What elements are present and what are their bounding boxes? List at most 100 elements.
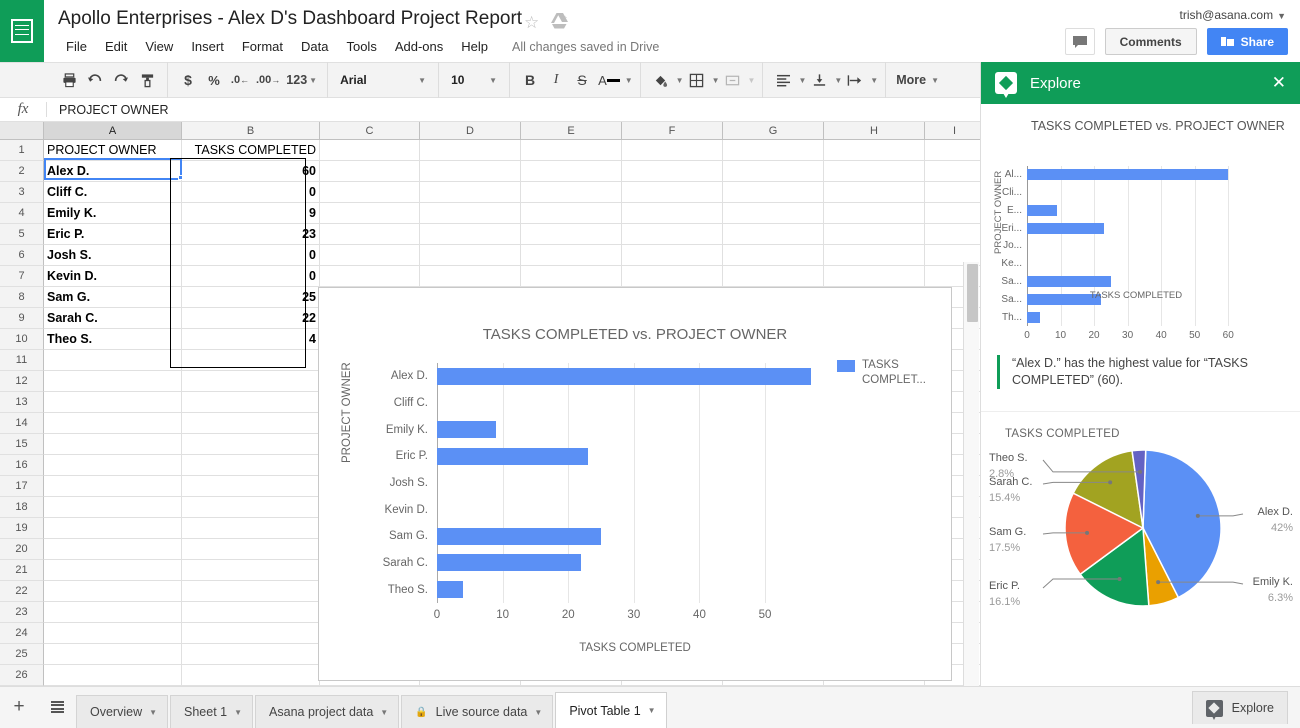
row-header-5[interactable]: 5 <box>0 224 44 245</box>
number-format-button[interactable]: 123▼ <box>283 67 320 93</box>
row-header-2[interactable]: 2 <box>0 161 44 182</box>
vertical-align-icon[interactable] <box>806 67 832 93</box>
chevron-down-icon[interactable]: ▼ <box>534 708 542 717</box>
cell-E7[interactable] <box>521 266 622 287</box>
cell-B18[interactable] <box>182 497 320 518</box>
cell-A12[interactable] <box>44 371 182 392</box>
function-icon[interactable]: fx <box>0 101 46 118</box>
cell-A14[interactable] <box>44 413 182 434</box>
fill-handle[interactable] <box>178 175 183 180</box>
cell-A9[interactable]: Sarah C. <box>44 308 182 329</box>
cell-A18[interactable] <box>44 497 182 518</box>
menu-edit[interactable]: Edit <box>97 36 135 57</box>
cell-B11[interactable] <box>182 350 320 371</box>
row-header-16[interactable]: 16 <box>0 455 44 476</box>
sheet-tab-overview[interactable]: Overview▼ <box>76 695 168 728</box>
cell-G3[interactable] <box>723 182 824 203</box>
cell-B25[interactable] <box>182 644 320 665</box>
cell-H6[interactable] <box>824 245 925 266</box>
chevron-down-icon[interactable]: ▼ <box>712 76 720 85</box>
cell-B23[interactable] <box>182 602 320 623</box>
column-header-I[interactable]: I <box>925 122 980 140</box>
menu-data[interactable]: Data <box>293 36 336 57</box>
sheet-tab-sheet-1[interactable]: Sheet 1▼ <box>170 695 253 728</box>
menu-view[interactable]: View <box>137 36 181 57</box>
cell-H7[interactable] <box>824 266 925 287</box>
cell-D3[interactable] <box>420 182 521 203</box>
sheet-tab-asana-project-data[interactable]: Asana project data▼ <box>255 695 399 728</box>
cell-A6[interactable]: Josh S. <box>44 245 182 266</box>
cell-D1[interactable] <box>420 140 521 161</box>
row-header-18[interactable]: 18 <box>0 497 44 518</box>
cell-C1[interactable] <box>320 140 420 161</box>
chevron-down-icon[interactable]: ▼ <box>798 76 806 85</box>
decrease-decimal-button[interactable]: .0← <box>227 67 253 93</box>
cell-I3[interactable] <box>925 182 980 203</box>
row-header-11[interactable]: 11 <box>0 350 44 371</box>
currency-format-button[interactable]: $ <box>175 67 201 93</box>
cell-A26[interactable] <box>44 665 182 686</box>
cell-B21[interactable] <box>182 560 320 581</box>
cell-H1[interactable] <box>824 140 925 161</box>
row-header-15[interactable]: 15 <box>0 434 44 455</box>
cell-D5[interactable] <box>420 224 521 245</box>
cell-A25[interactable] <box>44 644 182 665</box>
cell-E6[interactable] <box>521 245 622 266</box>
cell-E3[interactable] <box>521 182 622 203</box>
row-header-13[interactable]: 13 <box>0 392 44 413</box>
drive-icon[interactable]: + <box>550 12 570 30</box>
column-header-E[interactable]: E <box>521 122 622 140</box>
cell-A1[interactable]: PROJECT OWNER <box>44 140 182 161</box>
undo-icon[interactable] <box>82 67 108 93</box>
cell-B15[interactable] <box>182 434 320 455</box>
horizontal-align-icon[interactable] <box>770 67 796 93</box>
menu-tools[interactable]: Tools <box>338 36 384 57</box>
menu-addons[interactable]: Add-ons <box>387 36 451 57</box>
cell-A13[interactable] <box>44 392 182 413</box>
chevron-down-icon[interactable]: ▼ <box>380 708 388 717</box>
column-header-G[interactable]: G <box>723 122 824 140</box>
chart-object-bar[interactable]: TASKS COMPLETED vs. PROJECT OWNER PROJEC… <box>318 287 952 681</box>
cell-E4[interactable] <box>521 203 622 224</box>
row-header-9[interactable]: 9 <box>0 308 44 329</box>
cell-H5[interactable] <box>824 224 925 245</box>
comment-icon-button[interactable] <box>1065 28 1095 55</box>
vertical-scrollbar[interactable]: ▲ ▼ <box>963 262 979 686</box>
cell-B2[interactable]: 60 <box>182 161 320 182</box>
cell-G5[interactable] <box>723 224 824 245</box>
cell-C3[interactable] <box>320 182 420 203</box>
cell-A15[interactable] <box>44 434 182 455</box>
font-size-select[interactable]: 10 ▼ <box>446 67 502 93</box>
menu-help[interactable]: Help <box>453 36 496 57</box>
cell-I2[interactable] <box>925 161 980 182</box>
cell-D4[interactable] <box>420 203 521 224</box>
cell-B16[interactable] <box>182 455 320 476</box>
cell-B24[interactable] <box>182 623 320 644</box>
column-header-A[interactable]: A <box>44 122 182 140</box>
cell-F4[interactable] <box>622 203 723 224</box>
cell-F3[interactable] <box>622 182 723 203</box>
cell-I1[interactable] <box>925 140 980 161</box>
cell-C4[interactable] <box>320 203 420 224</box>
more-button[interactable]: More <box>893 67 929 93</box>
menu-file[interactable]: File <box>58 36 95 57</box>
text-color-button[interactable]: A <box>595 67 623 93</box>
row-header-23[interactable]: 23 <box>0 602 44 623</box>
cell-I5[interactable] <box>925 224 980 245</box>
row-header-21[interactable]: 21 <box>0 560 44 581</box>
chevron-down-icon[interactable]: ▼ <box>870 76 878 85</box>
paint-format-icon[interactable] <box>134 67 160 93</box>
cell-D7[interactable] <box>420 266 521 287</box>
cell-H2[interactable] <box>824 161 925 182</box>
row-header-22[interactable]: 22 <box>0 581 44 602</box>
text-wrap-icon[interactable] <box>842 67 868 93</box>
cell-C7[interactable] <box>320 266 420 287</box>
borders-icon[interactable] <box>684 67 710 93</box>
chevron-down-icon[interactable]: ▼ <box>648 706 656 715</box>
star-icon[interactable]: ☆ <box>524 13 539 33</box>
cell-A21[interactable] <box>44 560 182 581</box>
menu-format[interactable]: Format <box>234 36 291 57</box>
explore-button[interactable]: Explore <box>1192 691 1288 724</box>
cell-B7[interactable]: 0 <box>182 266 320 287</box>
cell-B12[interactable] <box>182 371 320 392</box>
